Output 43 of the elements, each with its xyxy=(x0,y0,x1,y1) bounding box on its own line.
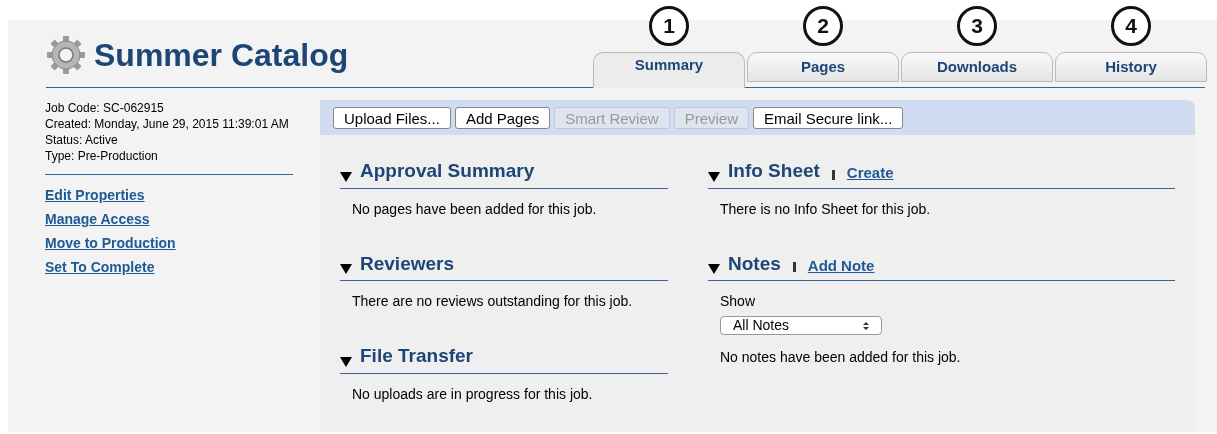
action-link[interactable]: Create xyxy=(846,162,894,185)
toolbar-button[interactable]: Upload Files... xyxy=(333,106,451,129)
job-info-line: Type: Pre-Production xyxy=(45,148,159,164)
action-link[interactable]: Add Note xyxy=(807,254,875,277)
step-number-badge: 1 xyxy=(649,6,689,46)
section-title: Approval Summary xyxy=(360,159,535,183)
updown-caret-icon xyxy=(863,320,869,331)
collapse-triangle-icon[interactable] xyxy=(340,171,352,182)
sidebar-link[interactable]: Edit Properties xyxy=(45,185,145,206)
section-message: No uploads are in progress for this job. xyxy=(352,384,594,404)
toolbar-button[interactable]: Add Pages xyxy=(454,106,551,129)
section-title: Notes xyxy=(728,251,781,276)
gear-icon xyxy=(46,35,86,75)
collapse-triangle-icon[interactable] xyxy=(340,264,352,274)
section-title: File Transfer xyxy=(360,344,473,368)
collapse-triangle-icon[interactable] xyxy=(708,264,720,274)
sidebar-link[interactable]: Set To Complete xyxy=(45,257,155,278)
section-title: Reviewers xyxy=(360,251,454,276)
job-info-line: Job Code: SC-062915 xyxy=(45,100,165,116)
separator-bar xyxy=(831,169,835,180)
sidebar-link[interactable]: Move to Production xyxy=(45,233,176,254)
step-number-badge: 2 xyxy=(803,6,843,46)
tab[interactable]: Downloads xyxy=(901,52,1053,82)
collapse-triangle-icon[interactable] xyxy=(340,356,352,367)
page-title: Summer Catalog xyxy=(94,36,349,75)
sidebar-link[interactable]: Manage Access xyxy=(45,209,150,230)
show-label: Show xyxy=(720,292,757,311)
tab[interactable]: Summary xyxy=(593,52,745,88)
toolbar-button[interactable]: Email Secure link... xyxy=(753,106,904,129)
section-message: No notes have been added for this job. xyxy=(720,348,962,367)
tab[interactable]: Pages xyxy=(747,52,899,82)
section-message: There are no reviews outstanding for this job. xyxy=(352,292,634,311)
tab[interactable]: History xyxy=(1055,52,1207,82)
section-message: There is no Info Sheet for this job. xyxy=(720,199,932,219)
section-message: No pages have been added for this job. xyxy=(352,199,598,219)
notes-filter-select[interactable]: All Notes xyxy=(720,316,882,335)
separator-bar xyxy=(792,262,796,272)
job-info-line: Status: Active xyxy=(45,132,119,148)
step-number-badge: 4 xyxy=(1111,6,1151,46)
section-title: Info Sheet xyxy=(728,159,820,183)
job-info-line: Created: Monday, June 29, 2015 11:39:01 AM xyxy=(45,116,290,132)
collapse-triangle-icon[interactable] xyxy=(708,171,720,182)
step-number-badge: 3 xyxy=(957,6,997,46)
